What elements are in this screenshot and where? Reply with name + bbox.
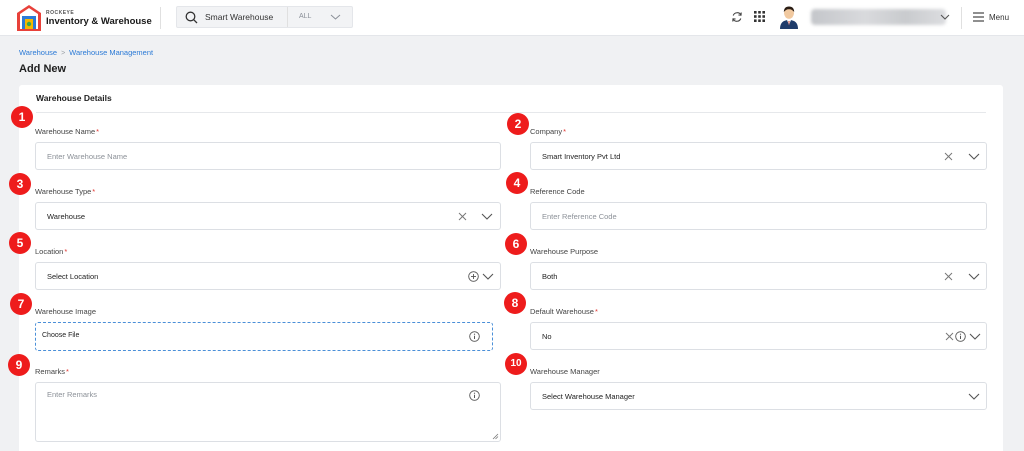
default-warehouse-select[interactable]: No <box>530 322 987 350</box>
search-input[interactable]: Smart Warehouse <box>205 12 273 22</box>
warehouse-manager-select[interactable]: Select Warehouse Manager <box>530 382 987 410</box>
refresh-icon[interactable] <box>731 11 743 23</box>
annotation-badge-1: 1 <box>11 106 33 128</box>
company-select[interactable]: Smart Inventory Pvt Ltd <box>530 142 987 170</box>
warehouse-purpose-label: Warehouse Purpose <box>530 247 599 256</box>
reference-code-placeholder: Enter Reference Code <box>542 212 617 221</box>
info-icon[interactable] <box>955 331 966 342</box>
default-warehouse-label: Default Warehouse* <box>530 307 598 316</box>
close-icon[interactable] <box>945 332 954 341</box>
warehouse-image-upload[interactable]: Choose File <box>35 322 493 351</box>
header-divider <box>160 7 161 29</box>
avatar[interactable] <box>779 5 799 29</box>
breadcrumb-separator: > <box>61 50 66 57</box>
section-divider <box>36 112 986 113</box>
chevron-down-icon[interactable] <box>968 272 980 281</box>
info-icon[interactable] <box>469 390 480 401</box>
annotation-badge-4: 4 <box>506 172 528 194</box>
search-scope-select[interactable]: ALL <box>299 13 311 20</box>
warehouse-image-label: Warehouse Image <box>35 307 97 316</box>
user-name-blurred[interactable] <box>811 9 946 25</box>
info-icon[interactable] <box>469 331 480 342</box>
header-divider <box>961 7 962 29</box>
chevron-down-icon[interactable] <box>940 13 950 21</box>
warehouse-type-select[interactable]: Warehouse <box>35 202 501 230</box>
breadcrumb-warehouse-management[interactable]: Warehouse Management <box>69 48 153 57</box>
reference-code-input[interactable]: Enter Reference Code <box>530 202 987 230</box>
warehouse-details-card: Warehouse Details Warehouse Name* Enter … <box>19 85 1003 451</box>
section-title: Warehouse Details <box>36 93 112 103</box>
warehouse-manager-placeholder: Select Warehouse Manager <box>542 392 635 401</box>
global-search[interactable]: Smart Warehouse ALL <box>176 6 353 28</box>
close-icon[interactable] <box>944 152 953 161</box>
warehouse-name-label: Warehouse Name* <box>35 127 100 136</box>
default-warehouse-value: No <box>542 332 552 341</box>
chevron-down-icon[interactable] <box>968 152 980 161</box>
warehouse-name-placeholder: Enter Warehouse Name <box>47 152 128 161</box>
warehouse-type-value: Warehouse <box>47 212 86 221</box>
menu-button[interactable]: Menu <box>989 13 1009 22</box>
close-icon[interactable] <box>458 212 467 221</box>
remarks-textarea[interactable]: Enter Remarks <box>35 382 501 442</box>
remarks-label: Remarks* <box>35 367 69 376</box>
annotation-badge-8: 8 <box>504 292 526 314</box>
warehouse-purpose-select[interactable]: Both <box>530 262 987 290</box>
chevron-down-icon[interactable] <box>481 212 493 221</box>
brand-name[interactable]: Inventory & Warehouse <box>46 16 152 27</box>
hamburger-icon[interactable] <box>973 12 984 22</box>
location-select[interactable]: Select Location <box>35 262 501 290</box>
page-title: Add New <box>19 63 67 75</box>
chevron-down-icon[interactable] <box>968 392 980 401</box>
annotation-badge-7: 7 <box>10 293 32 315</box>
warehouse-name-input[interactable]: Enter Warehouse Name <box>35 142 501 170</box>
location-label: Location* <box>35 247 68 256</box>
grid-icon[interactable] <box>754 11 765 22</box>
location-placeholder: Select Location <box>47 272 99 281</box>
remarks-placeholder: Enter Remarks <box>47 390 98 399</box>
top-header: ROCKEYE Inventory & Warehouse Smart Ware… <box>0 0 1024 36</box>
chevron-down-icon[interactable] <box>482 272 494 281</box>
logo-icon[interactable] <box>16 4 42 32</box>
company-label: Company* <box>530 127 567 136</box>
close-icon[interactable] <box>944 272 953 281</box>
warehouse-purpose-value: Both <box>542 272 558 281</box>
warehouse-manager-label: Warehouse Manager <box>530 367 600 376</box>
resize-handle-icon[interactable] <box>492 433 499 440</box>
chevron-down-icon[interactable] <box>330 13 341 21</box>
annotation-badge-9: 9 <box>8 354 30 376</box>
breadcrumb: Warehouse > Warehouse Management <box>19 48 153 57</box>
annotation-badge-10: 10 <box>505 353 527 375</box>
annotation-badge-2: 2 <box>507 113 529 135</box>
search-icon[interactable] <box>185 11 198 24</box>
choose-file-button[interactable]: Choose File <box>42 332 79 339</box>
company-value: Smart Inventory Pvt Ltd <box>542 152 621 161</box>
chevron-down-icon[interactable] <box>969 332 981 341</box>
plus-circle-icon[interactable] <box>468 271 479 282</box>
warehouse-type-label: Warehouse Type* <box>35 187 96 196</box>
search-divider <box>287 7 288 27</box>
annotation-badge-3: 3 <box>9 173 31 195</box>
breadcrumb-warehouse[interactable]: Warehouse <box>19 48 57 57</box>
reference-code-label: Reference Code <box>530 187 585 196</box>
annotation-badge-6: 6 <box>505 233 527 255</box>
annotation-badge-5: 5 <box>9 232 31 254</box>
